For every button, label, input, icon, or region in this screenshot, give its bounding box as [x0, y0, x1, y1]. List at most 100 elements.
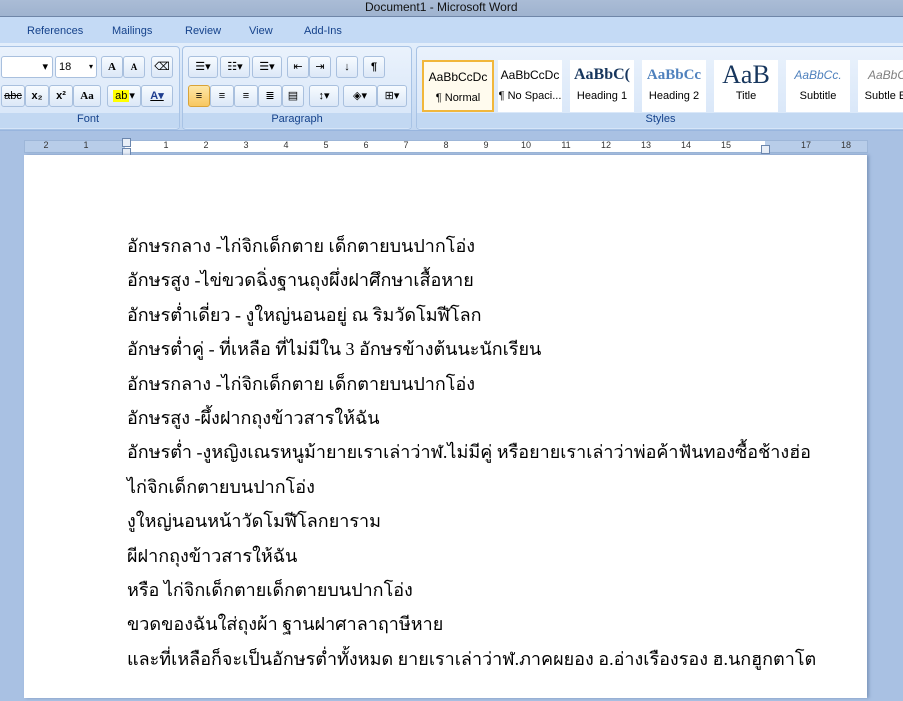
document-line: ไก่จิกเด็กตายบนปากโอ่ง [127, 476, 315, 497]
document-page[interactable]: อักษรกลาง -ไก่จิกเด็กตาย เด็กตายบนปากโอ่… [24, 155, 867, 698]
document-line: อักษรต่ำเดี่ยว - งูใหญ่นอนอยู่ ณ ริมวัดโ… [127, 304, 482, 325]
justify-icon[interactable]: ≣ [258, 85, 282, 107]
document-body[interactable]: อักษรกลาง -ไก่จิกเด็กตาย เด็กตายบนปากโอ่… [127, 231, 816, 678]
grow-font-button[interactable]: A [101, 56, 123, 78]
ruler-number: 2 [203, 140, 209, 150]
align-right-icon[interactable]: ≡ [234, 85, 258, 107]
ruler-number: 9 [483, 140, 489, 150]
style-normal[interactable]: AaBbCcDc ¶ Normal [422, 60, 494, 112]
font-size-value: 18 [59, 61, 72, 73]
ruler-number: 1 [163, 140, 169, 150]
document-line: อักษรต่ำคู่ - ที่เหลือ ที่ไม่มีใน 3 อักษ… [127, 339, 542, 360]
strikethrough-button[interactable]: abc [1, 85, 25, 107]
font-name-dropdown[interactable]: ▾ [1, 56, 53, 78]
right-indent-marker[interactable] [761, 145, 770, 154]
ruler-number: 4 [283, 140, 289, 150]
tab-references[interactable]: References [27, 25, 83, 37]
increase-indent-icon[interactable]: ⇥ [309, 56, 331, 78]
multilevel-list-icon[interactable]: ☰▾ [252, 56, 282, 78]
style-heading-2[interactable]: AaBbCc Heading 2 [642, 60, 706, 112]
first-line-indent-marker[interactable] [122, 138, 131, 147]
ruler-number: 2 [43, 140, 49, 150]
bullets-icon[interactable]: ☰▾ [188, 56, 218, 78]
change-case-button[interactable]: Aa [73, 85, 101, 107]
borders-icon[interactable]: ⊞▾ [377, 85, 407, 107]
font-group-label: Font [0, 113, 179, 128]
line-spacing-icon[interactable]: ↕▾ [309, 85, 339, 107]
font-group: ▾ 18 ▾ A A ⌫ abc x₂ x² Aa ab ▾ A▾ Font [0, 46, 180, 130]
document-line: อักษรสูง -ไข่ขวดฉิ่งฐานถุงผึ่งฝาศึกษาเสื… [127, 270, 474, 291]
style-preview: AaBbCc. [794, 68, 842, 82]
style-heading-1[interactable]: AaBbC( Heading 1 [570, 60, 634, 112]
ribbon: ▾ 18 ▾ A A ⌫ abc x₂ x² Aa ab ▾ A▾ Font ☰▾… [0, 43, 903, 131]
subscript-button[interactable]: x₂ [25, 85, 49, 107]
document-line: ผีฝากถุงข้าวสารให้ฉัน [127, 545, 298, 566]
title-bar: Document1 - Microsoft Word [0, 0, 903, 17]
style-name: Title [735, 90, 757, 102]
ribbon-tabs: References Mailings Review View Add-Ins [0, 17, 903, 45]
window-title: Document1 - Microsoft Word [365, 0, 518, 14]
tab-review[interactable]: Review [185, 25, 221, 37]
document-line: ขวดของฉันใส่ถุงผ้า ฐานฝาศาลาฤาษีหาย [127, 614, 444, 635]
ruler-number: 6 [363, 140, 369, 150]
ruler-number: 1 [83, 140, 89, 150]
ruler-right-margin [765, 141, 867, 152]
style-name: Heading 2 [648, 90, 700, 102]
document-line: งูใหญ่นอนหน้าวัดโมฬีโลกยาราม [127, 511, 382, 532]
style-name: ¶ Normal [435, 92, 481, 104]
document-line: อักษรสูง -ผึ้งฝากถุงข้าวสารให้ฉัน [127, 407, 380, 428]
ruler-number: 15 [720, 140, 732, 150]
document-line: อักษรกลาง -ไก่จิกเด็กตาย เด็กตายบนปากโอ่… [127, 236, 476, 256]
tab-mailings[interactable]: Mailings [112, 25, 152, 37]
numbering-icon[interactable]: ☷▾ [220, 56, 250, 78]
font-size-dropdown[interactable]: 18 ▾ [55, 56, 97, 78]
ruler-number: 7 [403, 140, 409, 150]
align-left-icon[interactable]: ≡ [188, 85, 210, 107]
style-subtitle[interactable]: AaBbCc. Subtitle [786, 60, 850, 112]
font-color-icon[interactable]: A▾ [141, 85, 173, 107]
ruler-number: 17 [800, 140, 812, 150]
ruler-number: 10 [520, 140, 532, 150]
sort-icon[interactable]: ↓ [336, 56, 358, 78]
ruler-number: 14 [680, 140, 692, 150]
shading-icon[interactable]: ◈▾ [343, 85, 377, 107]
style-preview: AaBbCcDc [500, 68, 560, 82]
ruler-number: 18 [840, 140, 852, 150]
style-preview: AaBbCcDc [428, 70, 488, 84]
ruler-number: 8 [443, 140, 449, 150]
style-preview: AaBbC( [573, 66, 630, 83]
style-name: Subtle Em [864, 90, 903, 102]
distributed-icon[interactable]: ▤ [282, 85, 304, 107]
show-formatting-button[interactable]: ¶ [363, 56, 385, 78]
decrease-indent-icon[interactable]: ⇤ [287, 56, 309, 78]
styles-group-label: Styles [417, 113, 903, 128]
ruler-number: 12 [600, 140, 612, 150]
document-line: และที่เหลือก็จะเป็นอักษรต่ำทั้งหมด ยายเร… [127, 648, 817, 669]
ruler-number: 13 [640, 140, 652, 150]
style-name: ¶ No Spaci... [498, 90, 562, 102]
highlight-icon[interactable]: ab ▾ [107, 85, 141, 107]
tab-view[interactable]: View [249, 25, 273, 37]
paragraph-group-label: Paragraph [183, 113, 411, 128]
paragraph-group: ☰▾ ☷▾ ☰▾ ⇤ ⇥ ↓ ¶ ≡ ≡ ≡ ≣ ▤ ↕▾ ◈▾ ⊞▾ Para… [182, 46, 412, 130]
ruler-number: 3 [243, 140, 249, 150]
document-line: อักษรกลาง -ไก่จิกเด็กตาย เด็กตายบนปากโอ่… [127, 373, 476, 394]
document-line: อักษรต่ำ -งูหญิงเณรหนูม้ายายเราเล่าว่าฬ.… [127, 442, 811, 463]
tab-add-ins[interactable]: Add-Ins [304, 25, 342, 37]
style-name: Heading 1 [576, 90, 628, 102]
ruler-number: 5 [323, 140, 329, 150]
clear-formatting-icon[interactable]: ⌫ [151, 56, 173, 78]
styles-group: AaBbCcDc ¶ Normal AaBbCcDc ¶ No Spaci... A… [416, 46, 903, 130]
document-line: หรือ ไก่จิกเด็กตายเด็กตายบนปากโอ่ง [127, 579, 413, 600]
superscript-button[interactable]: x² [49, 85, 73, 107]
style-preview: AaBbCc [867, 68, 903, 82]
align-center-icon[interactable]: ≡ [210, 85, 234, 107]
ruler-number: 11 [561, 140, 571, 150]
style-name: Subtitle [799, 90, 837, 102]
style-title[interactable]: AaB Title [714, 60, 778, 112]
ruler-left-margin [25, 141, 125, 152]
style-no-spacing[interactable]: AaBbCcDc ¶ No Spaci... [498, 60, 562, 112]
style-subtle-emphasis[interactable]: AaBbCc Subtle Em [858, 60, 903, 112]
shrink-font-button[interactable]: A [123, 56, 145, 78]
horizontal-ruler[interactable]: 2 1 1 2 3 4 5 6 7 8 9 10 11 12 13 14 15 17 18 [24, 138, 868, 157]
